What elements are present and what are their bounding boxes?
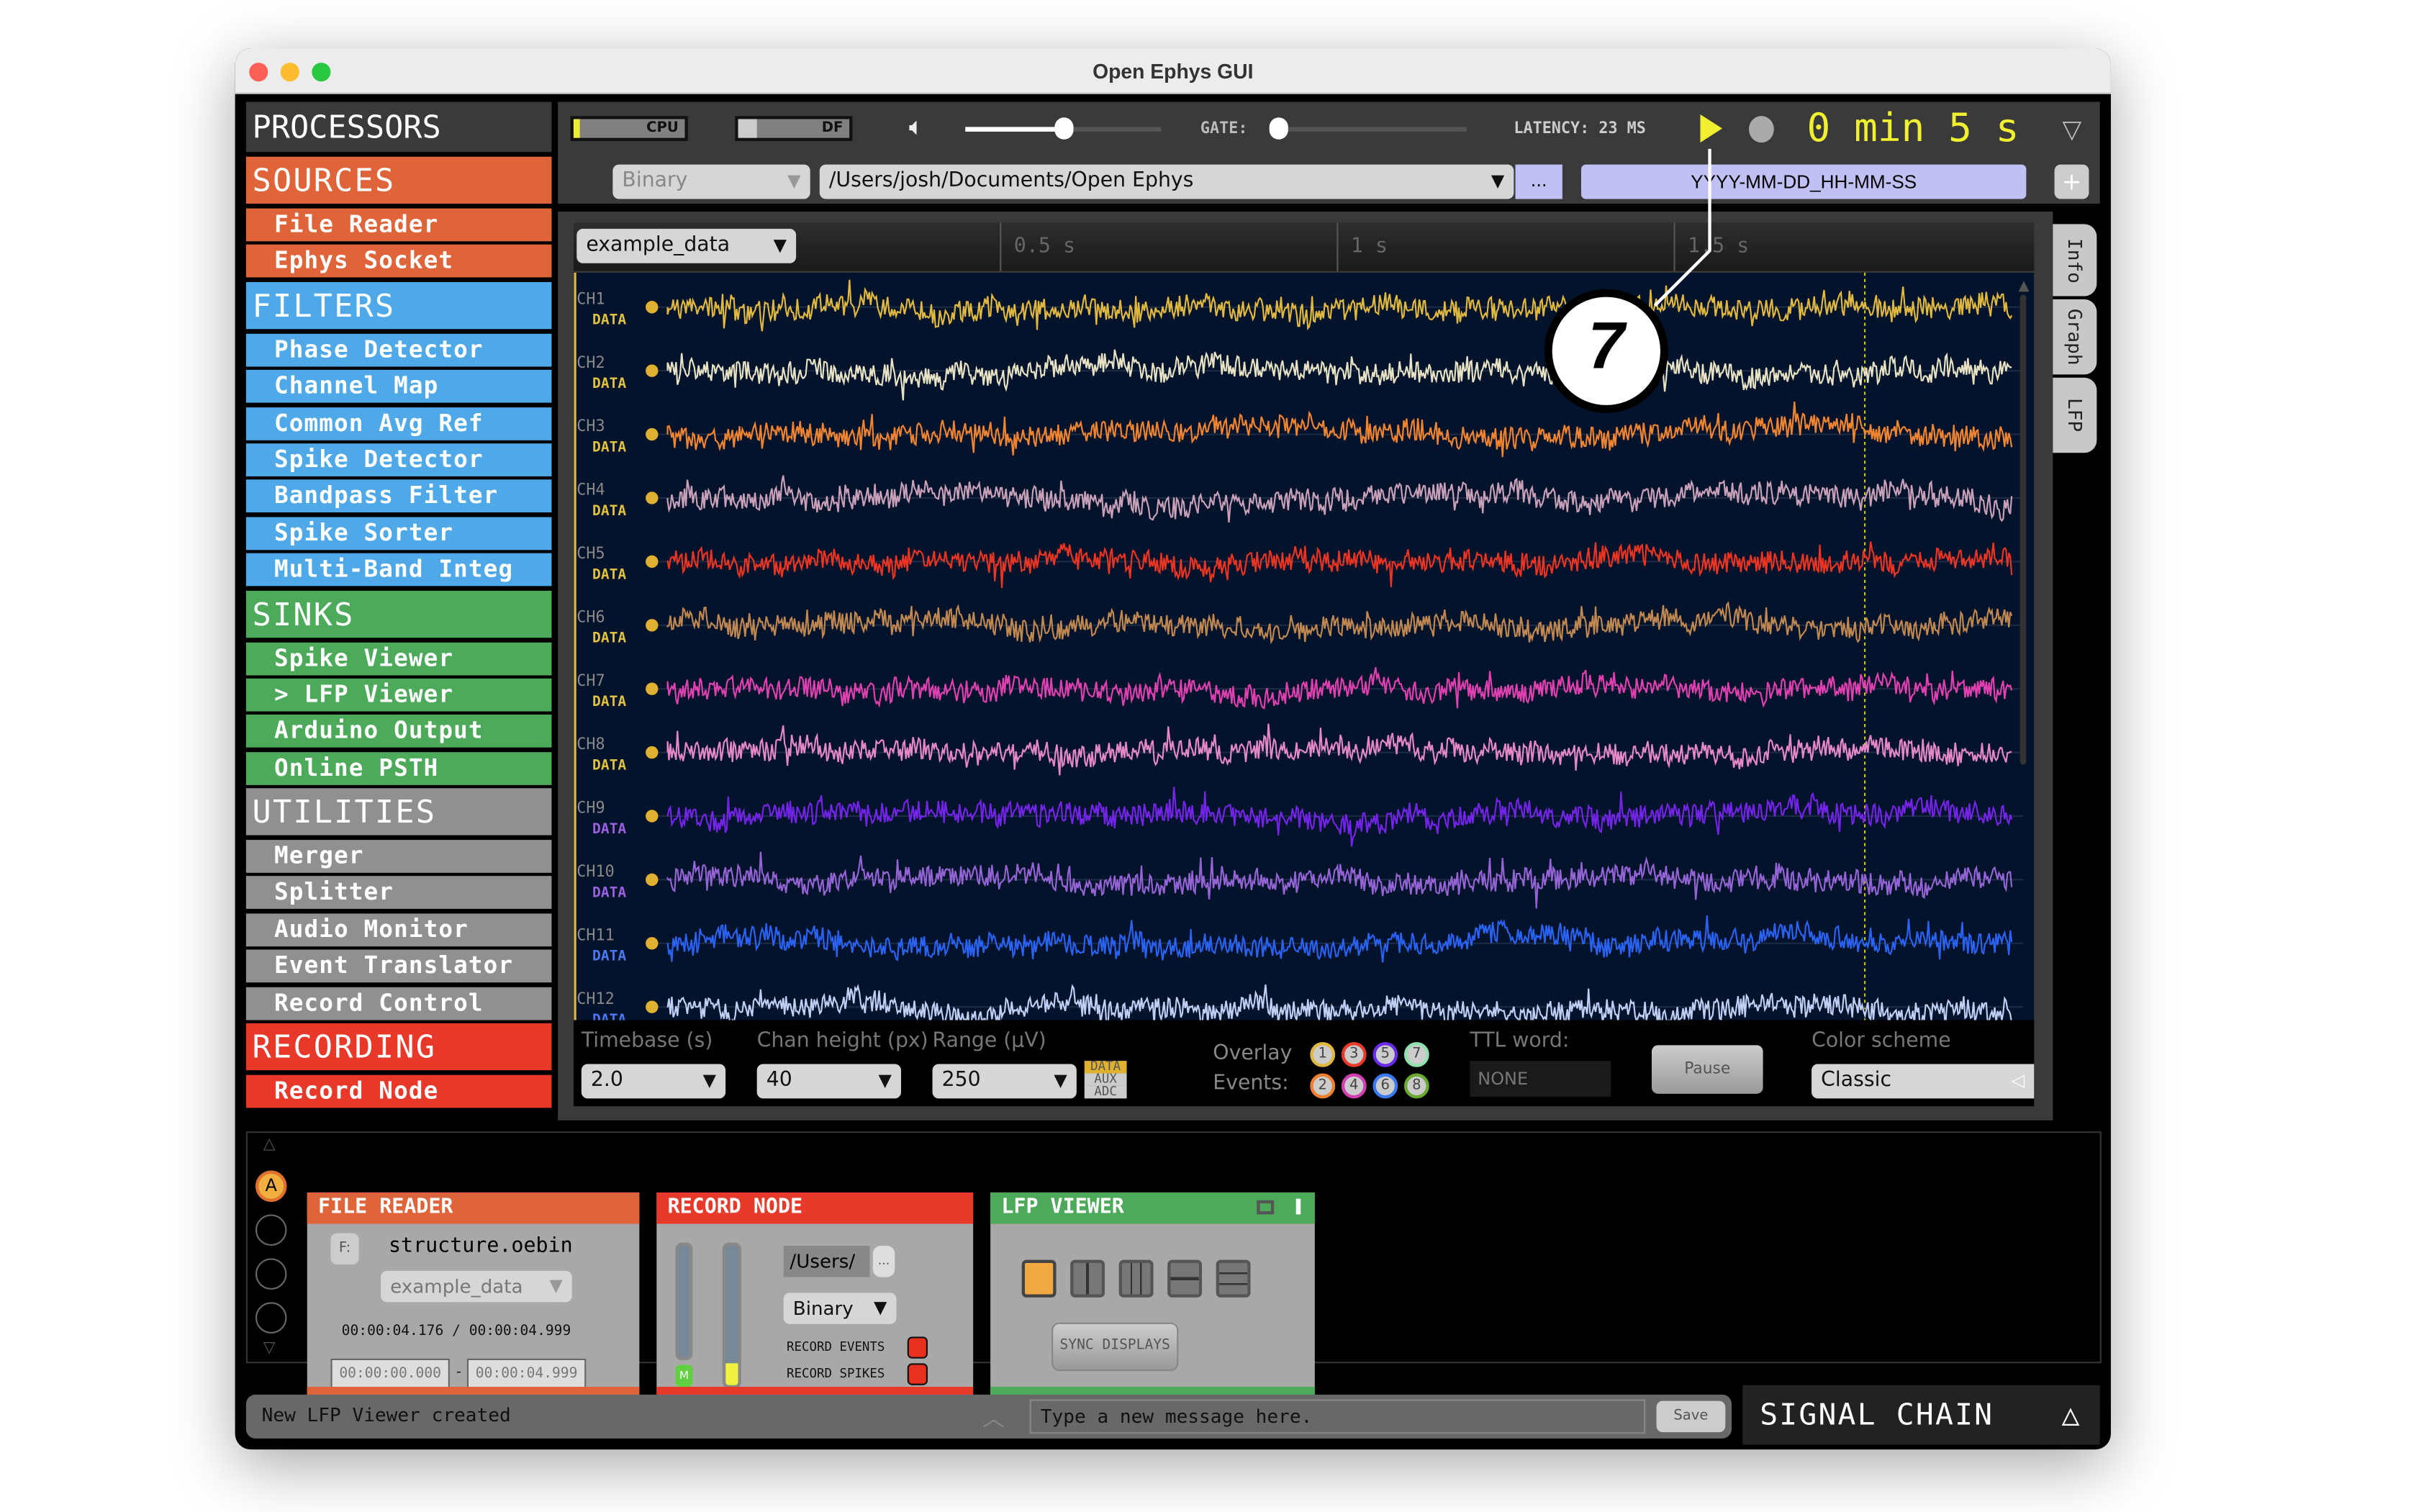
annotation-overlay — [1544, 148, 1711, 413]
annotation-pointer-line — [1653, 148, 1711, 307]
annotation-number: 7 — [1588, 308, 1625, 383]
